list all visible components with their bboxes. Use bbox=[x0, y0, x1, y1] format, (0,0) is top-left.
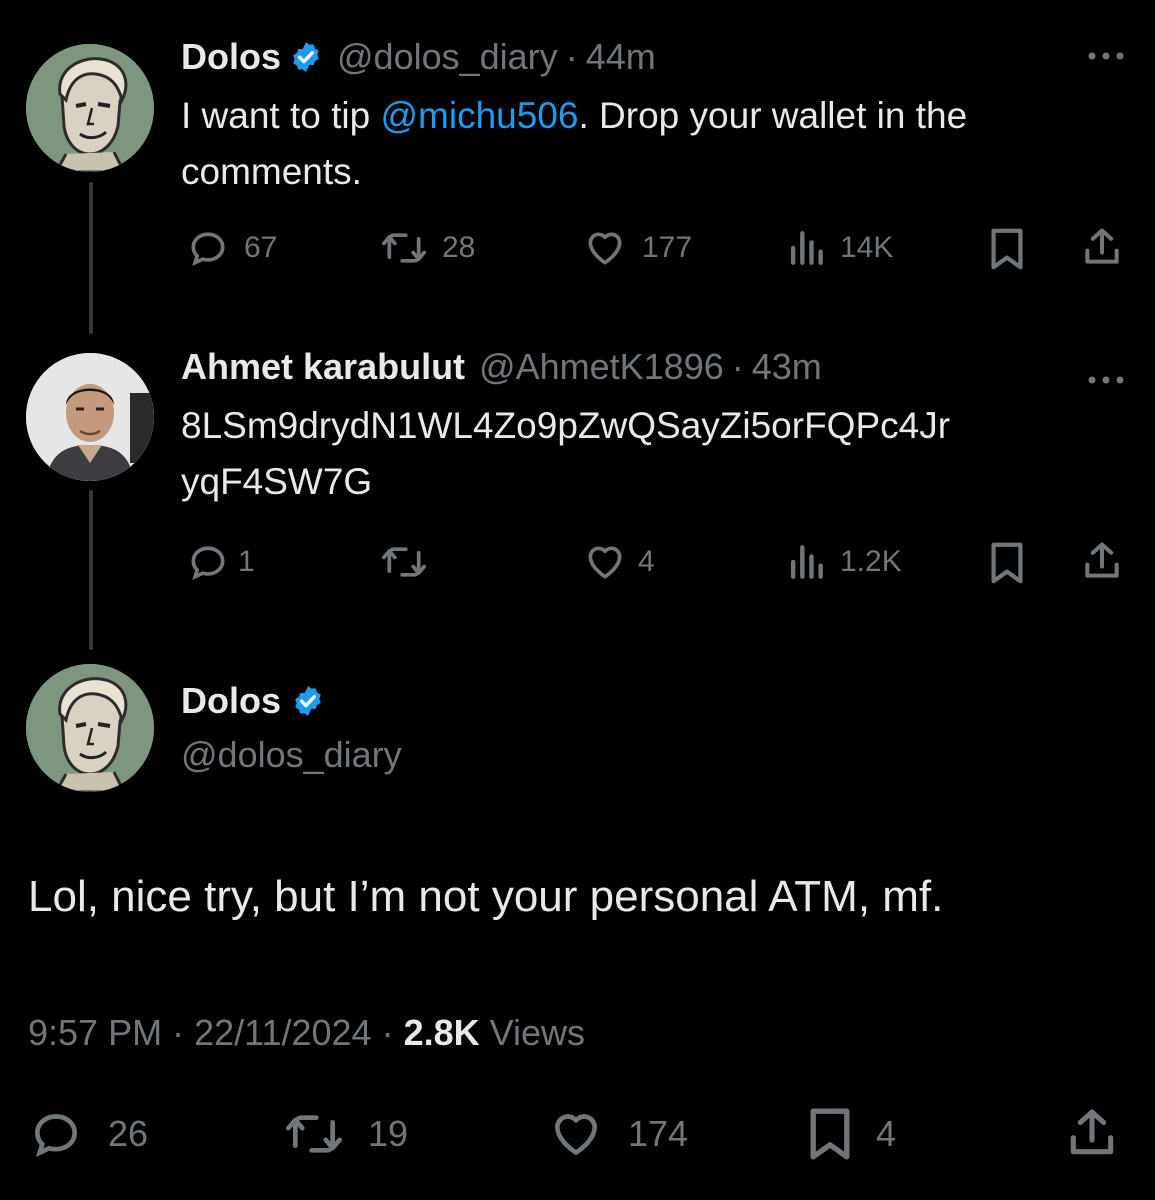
share-icon bbox=[1070, 1109, 1114, 1155]
main-like-count: 174 bbox=[628, 1113, 689, 1154]
reply-icon bbox=[191, 546, 225, 581]
tweet2-retweet-button[interactable] bbox=[380, 540, 442, 584]
tweet2-author-name[interactable]: Ahmet karabulut bbox=[181, 346, 465, 388]
reply-icon bbox=[191, 232, 225, 267]
main-separator: · bbox=[172, 1012, 185, 1053]
thread-line bbox=[89, 182, 93, 334]
avatar-illustration bbox=[26, 44, 154, 172]
main-bookmark-button[interactable]: 4 bbox=[806, 1104, 896, 1164]
tweet2-handle[interactable]: @AhmetK1896 bbox=[479, 346, 724, 388]
bookmark-icon bbox=[810, 1108, 850, 1160]
bookmark-icon bbox=[991, 542, 1023, 584]
main-retweet-count: 19 bbox=[368, 1113, 409, 1154]
tweet2-like-count: 4 bbox=[638, 545, 655, 578]
tweet2-like-button[interactable]: 4 bbox=[582, 540, 655, 584]
main-views-count[interactable]: 2.8K bbox=[404, 1012, 480, 1054]
like-icon bbox=[555, 1114, 597, 1155]
tweet2-time[interactable]: 43m bbox=[752, 346, 822, 388]
tweet1-text-before: I want to tip bbox=[181, 95, 381, 136]
verified-badge-icon bbox=[293, 42, 319, 72]
avatar-dolos[interactable] bbox=[26, 44, 154, 172]
tweet1-header: Dolos @dolos_diary · 44m bbox=[181, 36, 656, 78]
tweet2-reply-button[interactable]: 1 bbox=[186, 540, 255, 584]
main-share-button[interactable] bbox=[1064, 1104, 1120, 1167]
avatar-dolos-main[interactable] bbox=[26, 664, 154, 792]
share-icon bbox=[1085, 542, 1119, 578]
tweet2-header: Ahmet karabulut @AhmetK1896 · 43m bbox=[181, 346, 822, 388]
tweet2-share-button[interactable] bbox=[1080, 538, 1124, 589]
main-author-name[interactable]: Dolos bbox=[181, 680, 281, 722]
retweet-icon bbox=[286, 1115, 342, 1153]
tweet1-reply-count: 67 bbox=[244, 231, 278, 264]
main-retweet-button[interactable]: 19 bbox=[282, 1106, 408, 1162]
avatar-illustration bbox=[26, 664, 154, 792]
main-date[interactable]: 22/11/2024 bbox=[194, 1012, 372, 1054]
retweet-icon bbox=[382, 547, 426, 577]
main-bookmark-count: 4 bbox=[876, 1113, 897, 1154]
tweet2-views-count: 1.2K bbox=[840, 545, 902, 578]
tweet1-like-count: 177 bbox=[642, 231, 693, 264]
tweet1-time[interactable]: 44m bbox=[586, 36, 656, 78]
more-icon[interactable] bbox=[1086, 362, 1126, 394]
tweet1-views-count: 14K bbox=[840, 231, 894, 264]
tweet2-separator: · bbox=[731, 346, 744, 387]
like-icon bbox=[588, 546, 622, 579]
tweet2-text-line2: yqF4SW7G bbox=[181, 461, 373, 502]
retweet-icon bbox=[382, 233, 426, 263]
tweet2-text: 8LSm9drydN1WL4Zo9pZwQSayZi5orFQPc4Jr yqF… bbox=[181, 398, 1141, 510]
tweet1-handle[interactable]: @dolos_diary bbox=[337, 36, 558, 78]
main-text: Lol, nice try, but I’m not your personal… bbox=[28, 872, 944, 921]
avatar-photo bbox=[26, 353, 154, 481]
main-handle[interactable]: @dolos_diary bbox=[181, 734, 402, 776]
tweet1-text-after: . Drop your wallet in the bbox=[578, 95, 968, 136]
main-reply-button[interactable]: 26 bbox=[26, 1106, 148, 1162]
tweet1-text-line2: comments. bbox=[181, 151, 362, 192]
tweet1-separator: · bbox=[565, 36, 578, 77]
tweet2-views-button[interactable]: 1.2K bbox=[786, 540, 902, 584]
tweet1-author-name[interactable]: Dolos bbox=[181, 36, 281, 78]
views-icon bbox=[790, 231, 823, 265]
avatar-ahmet[interactable] bbox=[26, 353, 154, 481]
tweet1-reply-button[interactable]: 67 bbox=[186, 226, 277, 270]
tweet1-like-button[interactable]: 177 bbox=[582, 226, 692, 270]
like-icon bbox=[588, 232, 622, 265]
tweet2-bookmark-button[interactable] bbox=[987, 540, 1027, 591]
main-time[interactable]: 9:57 PM bbox=[28, 1012, 162, 1054]
main-reply-count: 26 bbox=[108, 1113, 149, 1154]
views-icon bbox=[790, 545, 823, 579]
main-like-button[interactable]: 174 bbox=[546, 1106, 688, 1162]
tweet1-views-button[interactable]: 14K bbox=[786, 226, 893, 270]
tweet1-retweet-count: 28 bbox=[442, 231, 476, 264]
tweet1-retweet-button[interactable]: 28 bbox=[380, 226, 475, 270]
mention-link[interactable]: @michu506 bbox=[381, 95, 579, 136]
tweet2-text-line1: 8LSm9drydN1WL4Zo9pZwQSayZi5orFQPc4Jr bbox=[181, 405, 951, 446]
reply-icon bbox=[34, 1114, 78, 1157]
more-icon[interactable] bbox=[1086, 38, 1126, 70]
tweet1-text: I want to tip @michu506. Drop your walle… bbox=[181, 88, 1141, 200]
thread-line bbox=[89, 490, 93, 650]
share-icon bbox=[1085, 228, 1119, 264]
tweet1-bookmark-button[interactable] bbox=[987, 226, 1027, 277]
bookmark-icon bbox=[991, 228, 1023, 270]
main-separator: · bbox=[381, 1012, 394, 1053]
main-views-label: Views bbox=[489, 1012, 586, 1053]
tweet2-reply-count: 1 bbox=[238, 545, 255, 578]
tweet1-share-button[interactable] bbox=[1080, 224, 1124, 275]
main-meta: 9:57 PM · 22/11/2024 · 2.8K Views bbox=[28, 1012, 585, 1054]
verified-badge-icon bbox=[295, 686, 321, 716]
main-header: Dolos bbox=[181, 680, 325, 722]
